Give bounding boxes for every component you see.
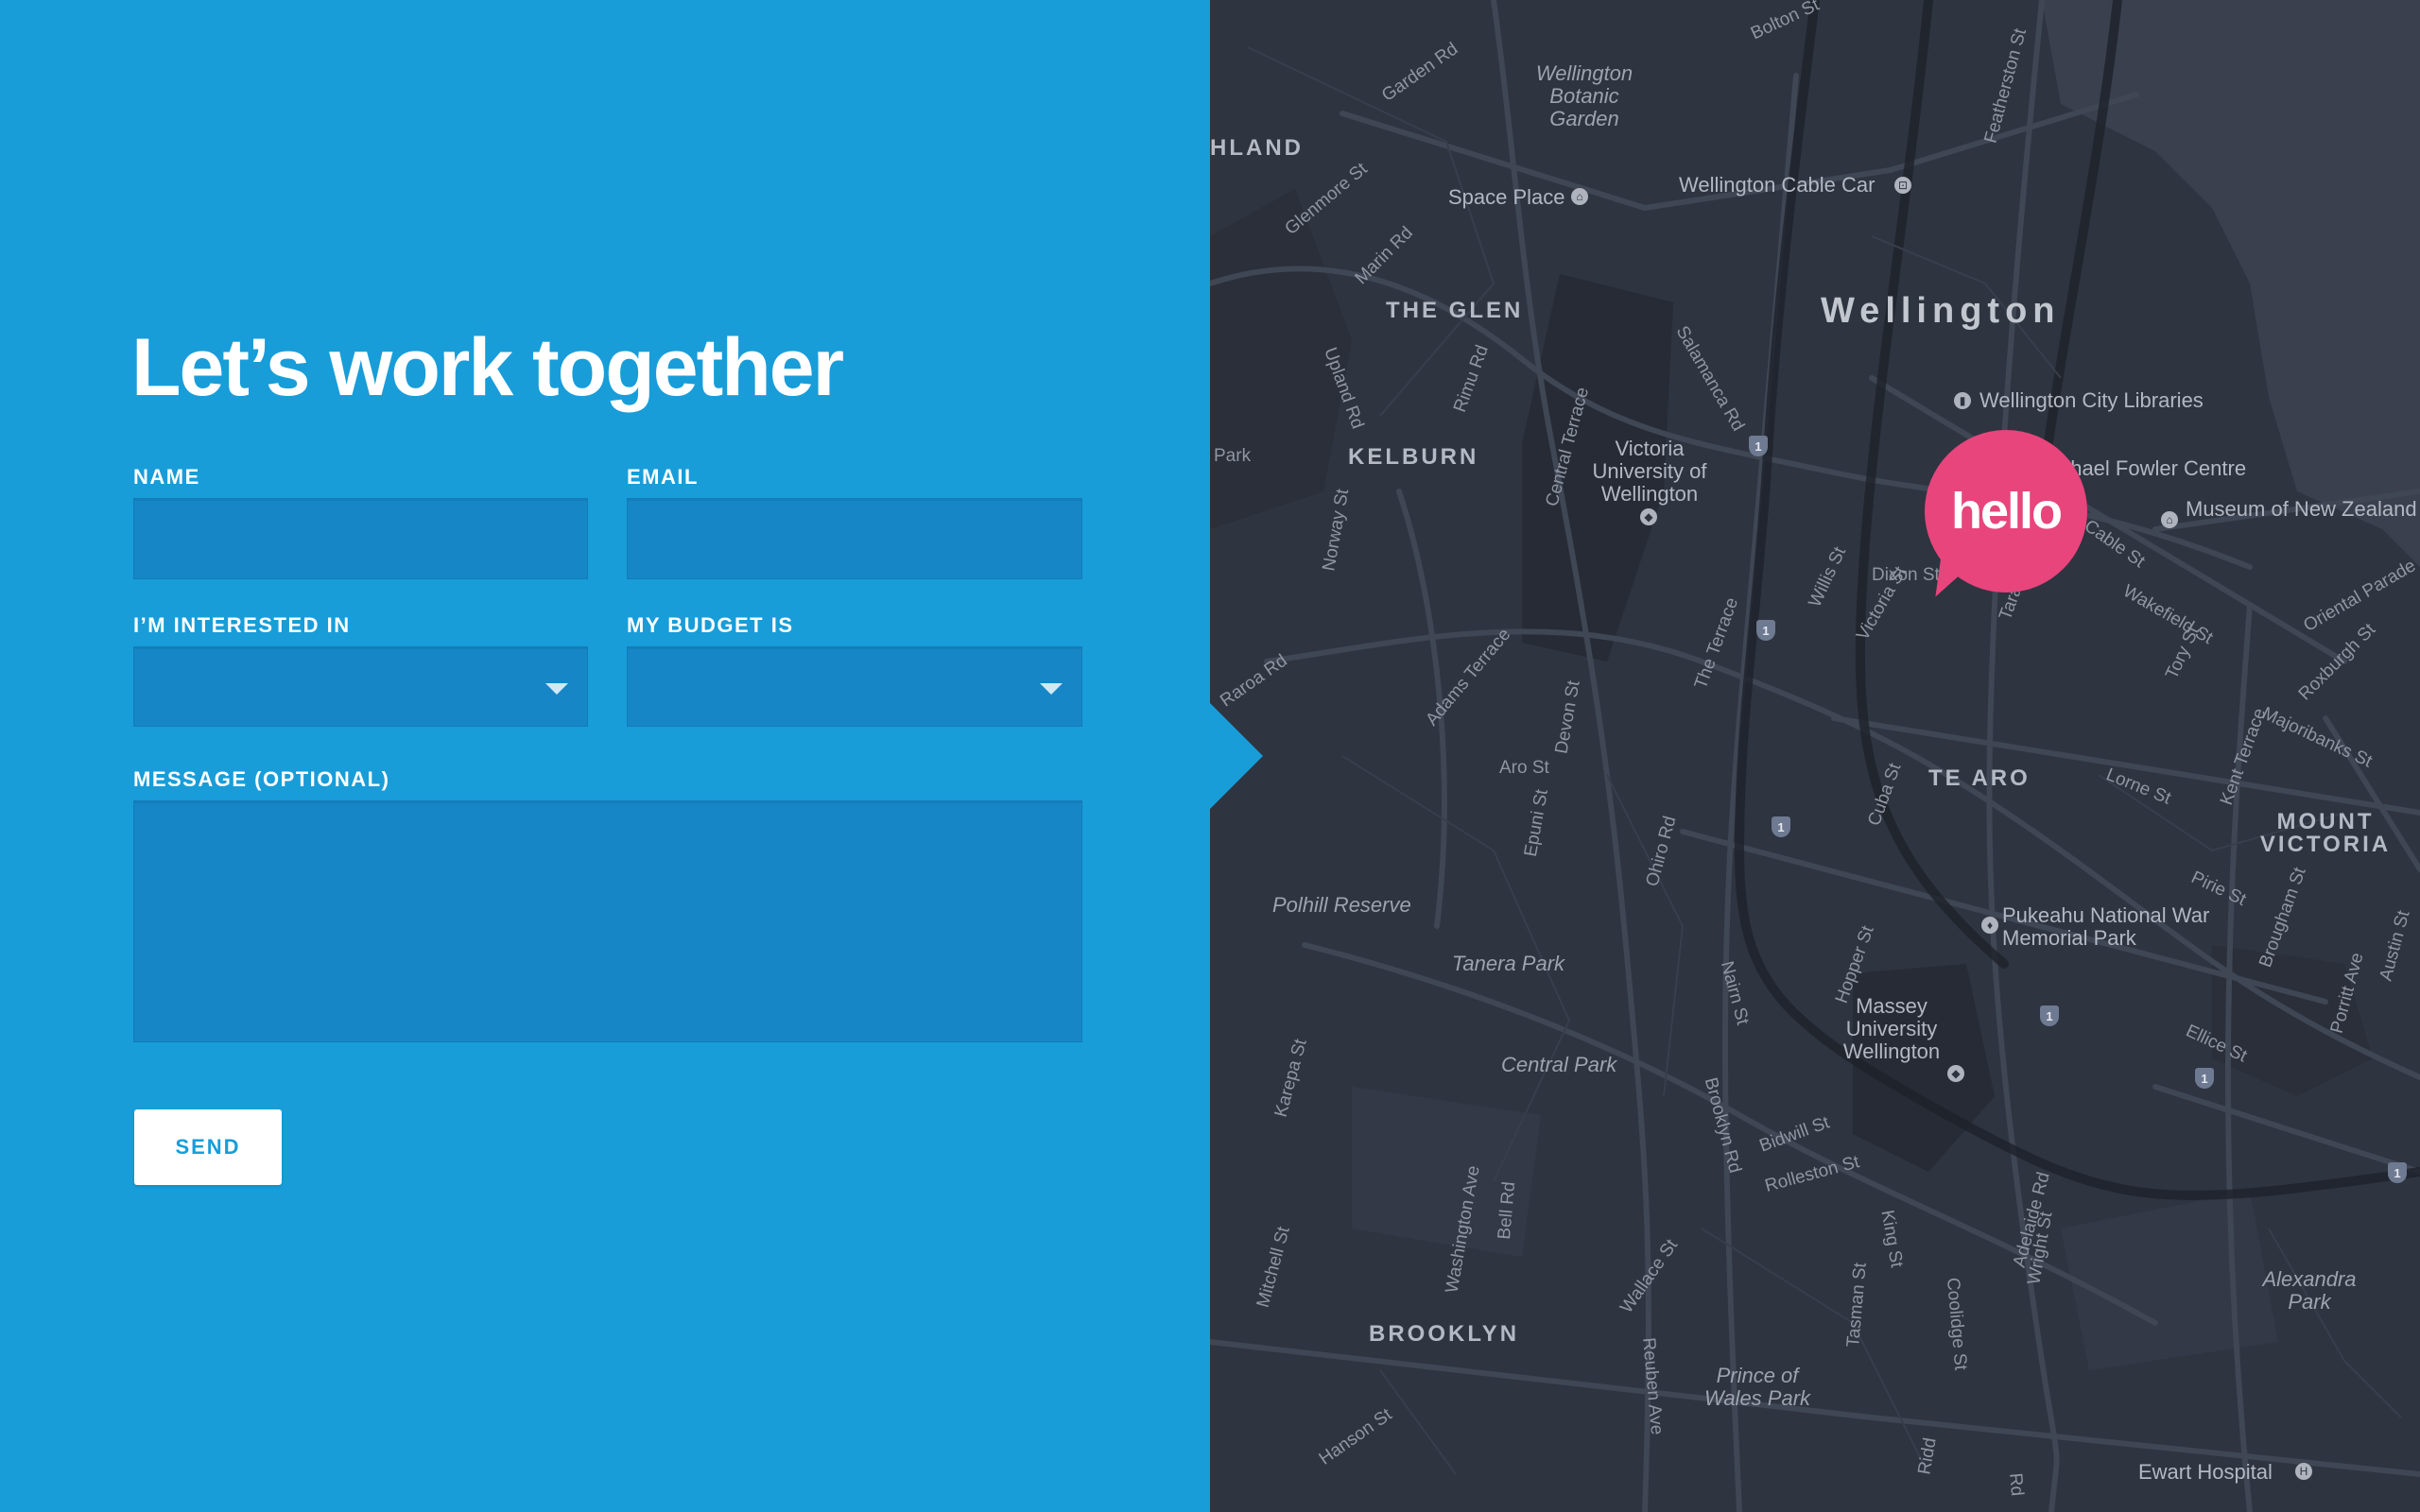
poi-label: Tanera Park	[1452, 952, 1565, 975]
chevron-down-icon	[1040, 683, 1063, 695]
name-input[interactable]	[133, 498, 588, 579]
place-label: Pukeahu National War Memorial Park	[2002, 903, 2210, 950]
highway-shield-icon: 1	[1749, 436, 1768, 456]
district-label: TE ARO	[1928, 765, 2031, 791]
district-label: THE GLEN	[1386, 298, 1524, 323]
page-title: Let’s work together	[131, 322, 844, 413]
name-label: NAME	[133, 465, 200, 489]
map[interactable]: HLAND THE GLEN KELBURN TE ARO MOUNT VICT…	[1210, 0, 2420, 1512]
poi-label: Polhill Reserve	[1272, 893, 1411, 917]
memorial-icon: ♦	[1981, 917, 1998, 934]
highway-shield-icon: 1	[2040, 1005, 2059, 1026]
street-label: Rd	[2005, 1471, 2028, 1497]
district-label: MOUNT VICTORIA	[2259, 809, 2392, 857]
budget-select[interactable]	[627, 646, 1082, 727]
highway-shield-icon: 1	[2195, 1068, 2214, 1089]
tram-icon: ⊡	[1894, 177, 1911, 194]
place-label: Victoria University of Wellington	[1592, 437, 1707, 506]
street-label: Park	[1214, 446, 1252, 466]
library-icon: ▮	[1954, 392, 1971, 409]
place-label: Wellington Cable Car	[1679, 173, 1876, 197]
message-label: MESSAGE (OPTIONAL)	[133, 767, 390, 791]
map-marker[interactable]: hello	[1925, 430, 2087, 593]
poi-label: Alexandra Park	[2262, 1267, 2357, 1314]
street-label: Aro St	[1499, 758, 1549, 778]
contact-form-panel: Let’s work together NAME EMAIL I’M INTER…	[0, 0, 1263, 1512]
place-label: Wellington City Libraries	[1979, 388, 2204, 412]
place-label: Ewart Hospital	[2138, 1460, 2273, 1484]
hospital-icon: H	[2295, 1463, 2312, 1480]
place-label: Massey University Wellington	[1842, 994, 1941, 1063]
highway-shield-icon: 1	[1772, 816, 1790, 837]
poi-label: Prince of Wales Park	[1703, 1364, 1811, 1410]
museum-icon: ⌂	[2161, 511, 2178, 528]
university-icon: ◆	[1640, 508, 1657, 525]
interest-label: I’M INTERESTED IN	[133, 613, 351, 637]
interest-select[interactable]	[133, 646, 588, 727]
email-input[interactable]	[627, 498, 1082, 579]
message-textarea[interactable]	[133, 800, 1082, 1042]
highway-shield-icon: 1	[2388, 1162, 2407, 1183]
highway-shield-icon: 1	[1756, 620, 1775, 641]
museum-icon: ⌂	[1571, 188, 1588, 205]
poi-label: Wellington Botanic Garden	[1535, 61, 1634, 130]
university-icon: ◆	[1947, 1065, 1964, 1082]
poi-label: Central Park	[1501, 1053, 1617, 1076]
place-label: Museum of New Zealand Te Papa Tongarewa	[2186, 497, 2420, 521]
district-label: HLAND	[1210, 135, 1304, 161]
place-label: Space Place	[1448, 185, 1565, 209]
city-label: Wellington	[1821, 291, 2061, 331]
street-label: Dixon St	[1872, 565, 1940, 585]
district-label: BROOKLYN	[1369, 1321, 1520, 1347]
send-button[interactable]: SEND	[134, 1109, 282, 1185]
district-label: KELBURN	[1348, 444, 1479, 470]
chevron-down-icon	[545, 683, 568, 695]
budget-label: MY BUDGET IS	[627, 613, 794, 637]
panel-pointer	[1210, 703, 1263, 809]
email-label: EMAIL	[627, 465, 699, 489]
